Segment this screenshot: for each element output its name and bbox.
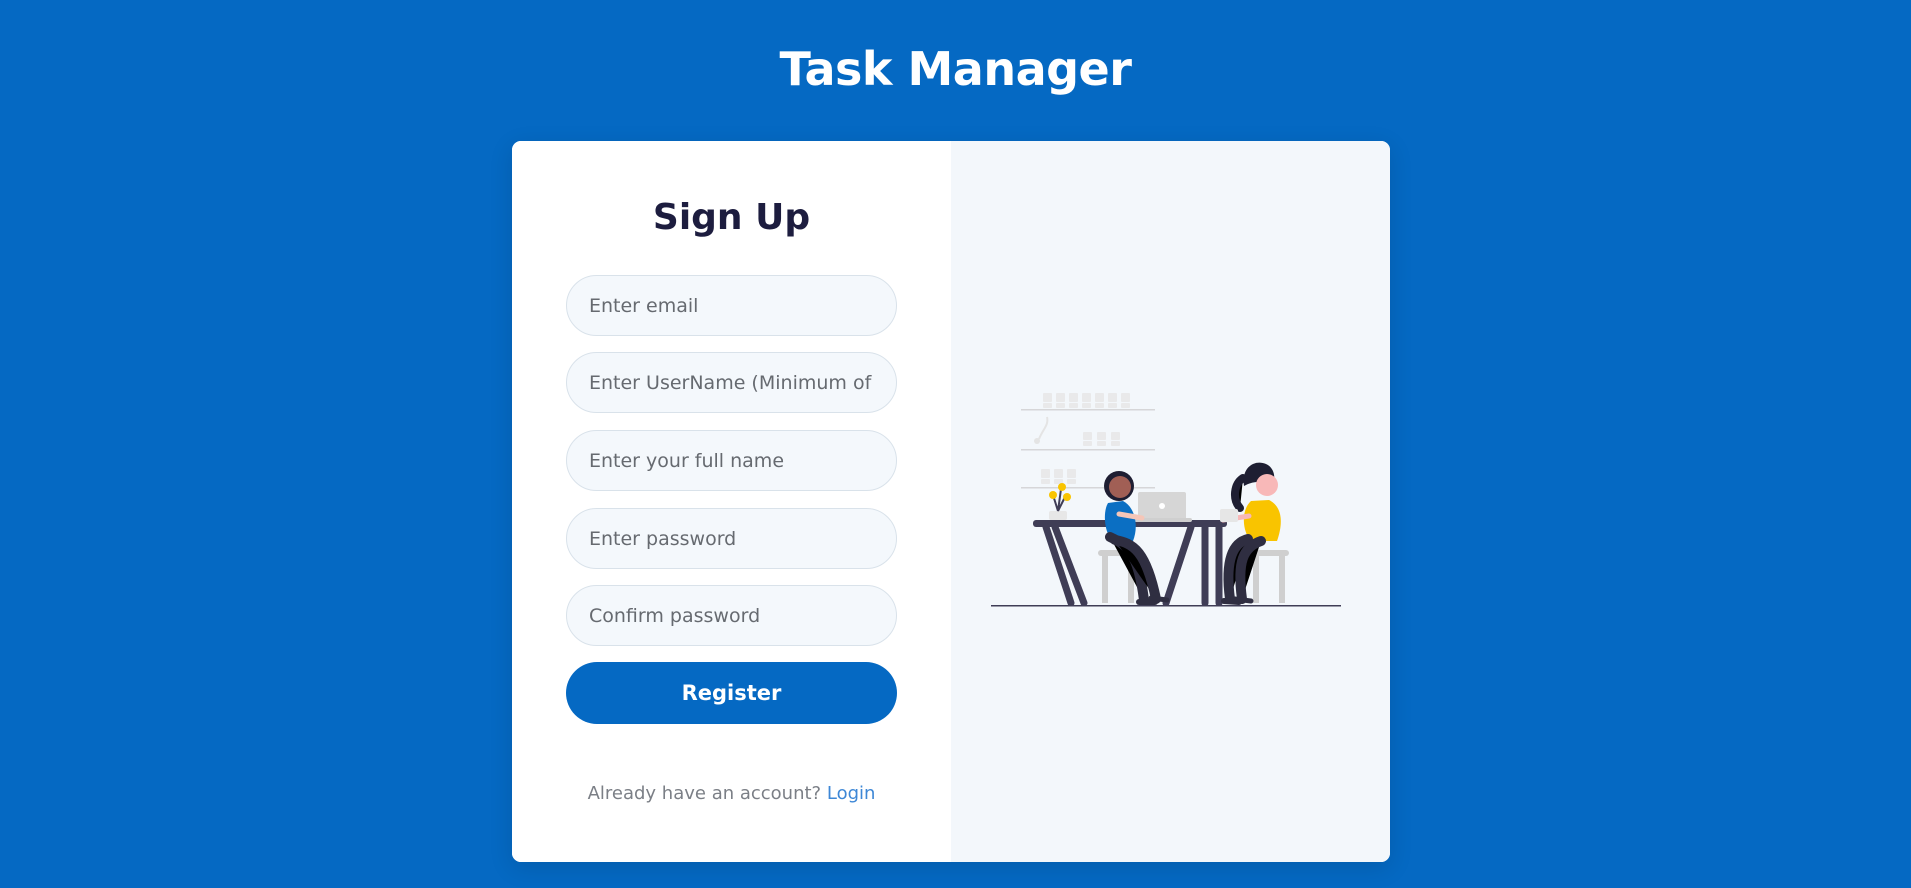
small-jar-icon [1097, 432, 1106, 446]
left-person-icon [1098, 471, 1170, 605]
form-title: Sign Up [652, 197, 811, 238]
full-name-input[interactable] [566, 430, 897, 491]
small-jar-icon [1083, 432, 1092, 446]
signup-card: Sign Up Register Already have an account… [512, 141, 1390, 862]
shelf-group-icon [1021, 393, 1155, 489]
two-people-working-at-desk-icon [991, 393, 1341, 607]
confirm-password-input[interactable] [566, 585, 897, 646]
login-link[interactable]: Login [827, 783, 876, 804]
floor-line-icon [991, 605, 1341, 607]
plant-icon [1049, 483, 1071, 520]
signup-form-panel: Sign Up Register Already have an account… [512, 141, 951, 862]
right-person-icon [1220, 462, 1289, 605]
small-jar-icon [1111, 432, 1120, 446]
password-input[interactable] [566, 508, 897, 569]
login-prompt-row: Already have an account? Login [512, 783, 951, 804]
login-prompt-text: Already have an account? [587, 783, 822, 804]
shelf-jar-icon [1067, 469, 1076, 484]
jar-icon [1121, 393, 1130, 408]
jar-icon [1095, 393, 1104, 408]
username-input[interactable] [566, 352, 897, 413]
jar-icon [1056, 393, 1065, 408]
jar-icon [1043, 393, 1052, 408]
jar-icon [1108, 393, 1117, 408]
register-button[interactable]: Register [566, 662, 897, 724]
app-title: Task Manager [779, 42, 1132, 96]
jar-icon [1069, 393, 1078, 408]
shelf-jar-icon [1054, 469, 1063, 484]
shelf-jar-icon [1041, 469, 1050, 484]
jar-icon [1082, 393, 1091, 408]
illustration-panel [951, 141, 1390, 862]
email-input[interactable] [566, 275, 897, 336]
